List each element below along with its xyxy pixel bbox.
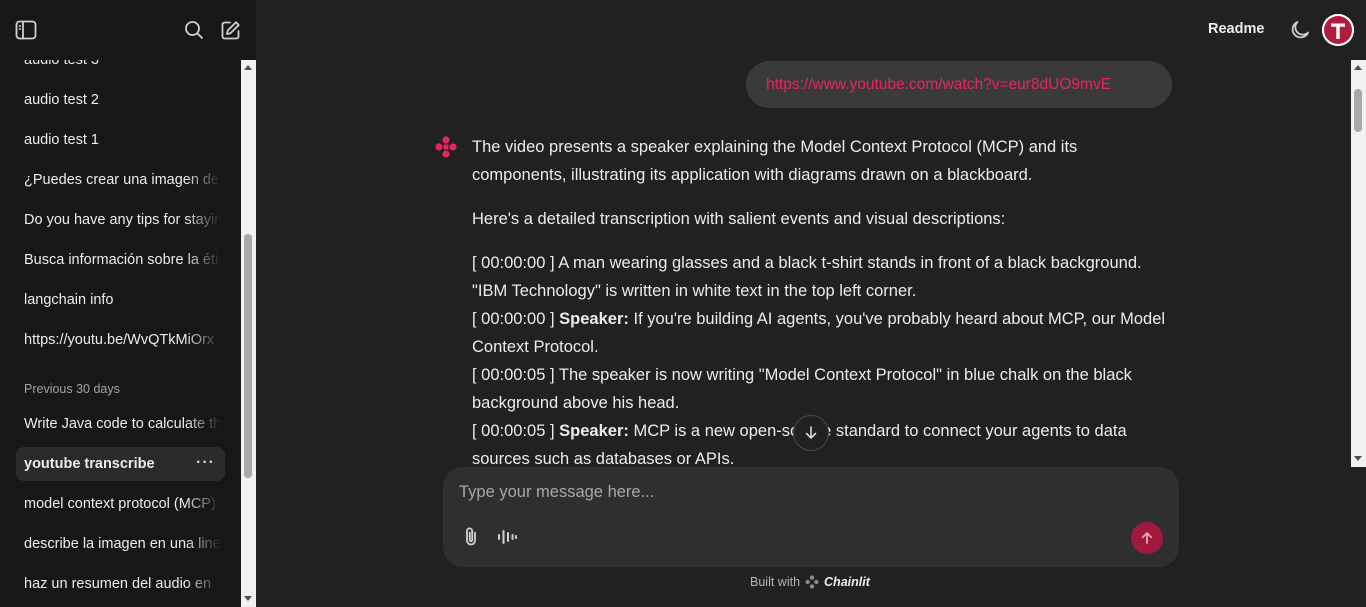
speaker-label: Speaker: [559,310,629,328]
scroll-up-arrow-icon[interactable] [1354,65,1362,70]
more-options-icon[interactable]: ··· [196,454,215,472]
thread-item[interactable]: Do you have any tips for staying [16,203,225,237]
timestamp: [ 00:00:00 ] [472,310,555,328]
search-icon[interactable] [182,18,206,42]
thread-item[interactable]: https://youtu.be/WvQTkMiOrx [16,323,225,357]
transcript-text: A man wearing glasses and a black t-shir… [472,254,1142,300]
user-message-link[interactable]: https://www.youtube.com/watch?v=eur8dUO9… [766,76,1111,94]
thread-label: describe la imagen en una linea [24,536,221,552]
message-input[interactable] [459,479,1159,505]
assistant-logo-icon [435,136,457,158]
chainlit-brand[interactable]: Chainlit [824,575,870,589]
speaker-label: Speaker: [559,422,629,440]
arrow-down-icon [805,426,817,439]
send-button[interactable] [1131,522,1163,554]
paperclip-icon[interactable] [459,525,483,549]
thread-item[interactable]: audio test 2 [16,83,225,117]
transcript-text: The speaker is now writing "Model Contex… [472,366,1132,412]
moon-icon[interactable] [1288,18,1312,42]
timestamp: [ 00:00:00 ] [472,254,555,272]
chat-scrollbar[interactable] [1351,60,1366,467]
thread-item[interactable]: langchain info [16,283,225,317]
built-with-label: Built with [750,575,801,589]
thread-item[interactable]: Write Java code to calculate the [16,407,225,441]
readme-link[interactable]: Readme [1208,21,1264,37]
user-avatar[interactable] [1322,14,1354,46]
scroll-to-bottom-button[interactable] [793,415,829,451]
timestamp: [ 00:00:05 ] [472,366,555,384]
sidebar-scrollbar[interactable] [241,60,256,607]
scroll-down-arrow-icon[interactable] [244,596,252,601]
thread-label: Write Java code to calculate the [24,416,221,432]
thread-item[interactable]: Busca información sobre la ética [16,243,225,277]
thread-list: audio test 3 audio test 2 audio test 1 ¿… [0,60,241,607]
thread-label: Do you have any tips for staying [24,212,221,228]
scroll-up-arrow-icon[interactable] [244,65,252,70]
sidebar-header [0,0,256,60]
thread-label: ¿Puedes crear una imagen de [24,172,220,188]
chainlit-logo-icon [805,575,819,589]
arrow-up-icon [1141,532,1153,544]
thread-item[interactable]: audio test 1 [16,123,225,157]
thread-label: audio test 2 [24,92,99,108]
thread-label: Busca información sobre la ética [24,252,221,268]
section-label-previous-30-days: Previous 30 days [24,382,120,396]
thread-item[interactable]: describe la imagen en una linea [16,527,225,561]
audio-waveform-icon[interactable] [495,525,519,549]
scroll-down-arrow-icon[interactable] [1354,456,1362,461]
thread-item[interactable]: model context protocol (MCP) [16,487,225,521]
message-paragraph: Here's a detailed transcription with sal… [472,210,1006,228]
assistant-message: The video presents a speaker explaining … [472,133,1172,467]
thread-label: langchain info [24,292,114,308]
thread-label: audio test 3 [24,60,99,68]
thread-label: model context protocol (MCP) [24,496,216,512]
message-paragraph: The video presents a speaker explaining … [472,138,1078,184]
sidebar: audio test 3 audio test 2 audio test 1 ¿… [0,0,256,607]
thread-item[interactable]: haz un resumen del audio en [16,567,225,601]
sidebar-scroll-thumb[interactable] [244,234,252,478]
thread-item[interactable]: ¿Puedes crear una imagen de [16,163,225,197]
chat-scroll-thumb[interactable] [1354,89,1362,132]
message-composer [443,467,1179,567]
built-with-footer: Built with Chainlit [750,575,870,589]
app-root: audio test 3 audio test 2 audio test 1 ¿… [0,0,1366,607]
thread-label: audio test 1 [24,132,99,148]
thread-item[interactable]: audio test 3 [16,60,225,77]
thread-item-active[interactable]: youtube transcribe ··· [16,447,225,481]
new-chat-icon[interactable] [218,18,242,42]
timestamp: [ 00:00:05 ] [472,422,555,440]
thread-label: haz un resumen del audio en [24,576,212,592]
sidebar-toggle-icon[interactable] [14,18,38,42]
thread-label: youtube transcribe [24,456,155,472]
thread-label: https://youtu.be/WvQTkMiOrx [24,332,215,348]
user-message-bubble: https://www.youtube.com/watch?v=eur8dUO9… [746,61,1172,108]
